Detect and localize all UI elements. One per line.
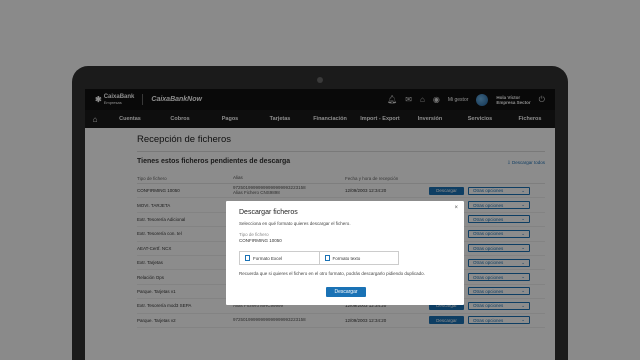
close-icon[interactable]: × — [454, 205, 458, 211]
format-excel-option[interactable]: Formato Excel — [240, 252, 319, 264]
text-file-icon — [324, 255, 330, 261]
format-excel-label: Formato Excel — [253, 255, 283, 261]
screen: ✱ CaixaBank Empresas CaixaBankNow 🔔︎ ✉︎ … — [85, 89, 555, 360]
modal-title: Descargar ficheros — [239, 209, 298, 216]
modal-text: Selecciona en qué formato quieres descar… — [239, 221, 351, 226]
file-type-label: Tipo de fichero — [239, 232, 269, 237]
file-type-value: CONFIRMING 10050 — [239, 238, 282, 243]
camera — [317, 77, 323, 83]
excel-file-icon — [245, 255, 250, 261]
format-text-option[interactable]: Formato texto — [318, 252, 399, 264]
download-button[interactable]: Descargar — [326, 287, 366, 297]
download-modal: × Descargar ficheros Selecciona en qué f… — [226, 201, 464, 305]
format-text-label: Formato texto — [332, 255, 361, 261]
format-selector: Formato Excel Formato texto — [239, 251, 399, 265]
modal-note: Recuerda que si quieres el fichero en el… — [239, 271, 425, 276]
laptop-frame: ✱ CaixaBank Empresas CaixaBankNow 🔔︎ ✉︎ … — [72, 66, 568, 360]
